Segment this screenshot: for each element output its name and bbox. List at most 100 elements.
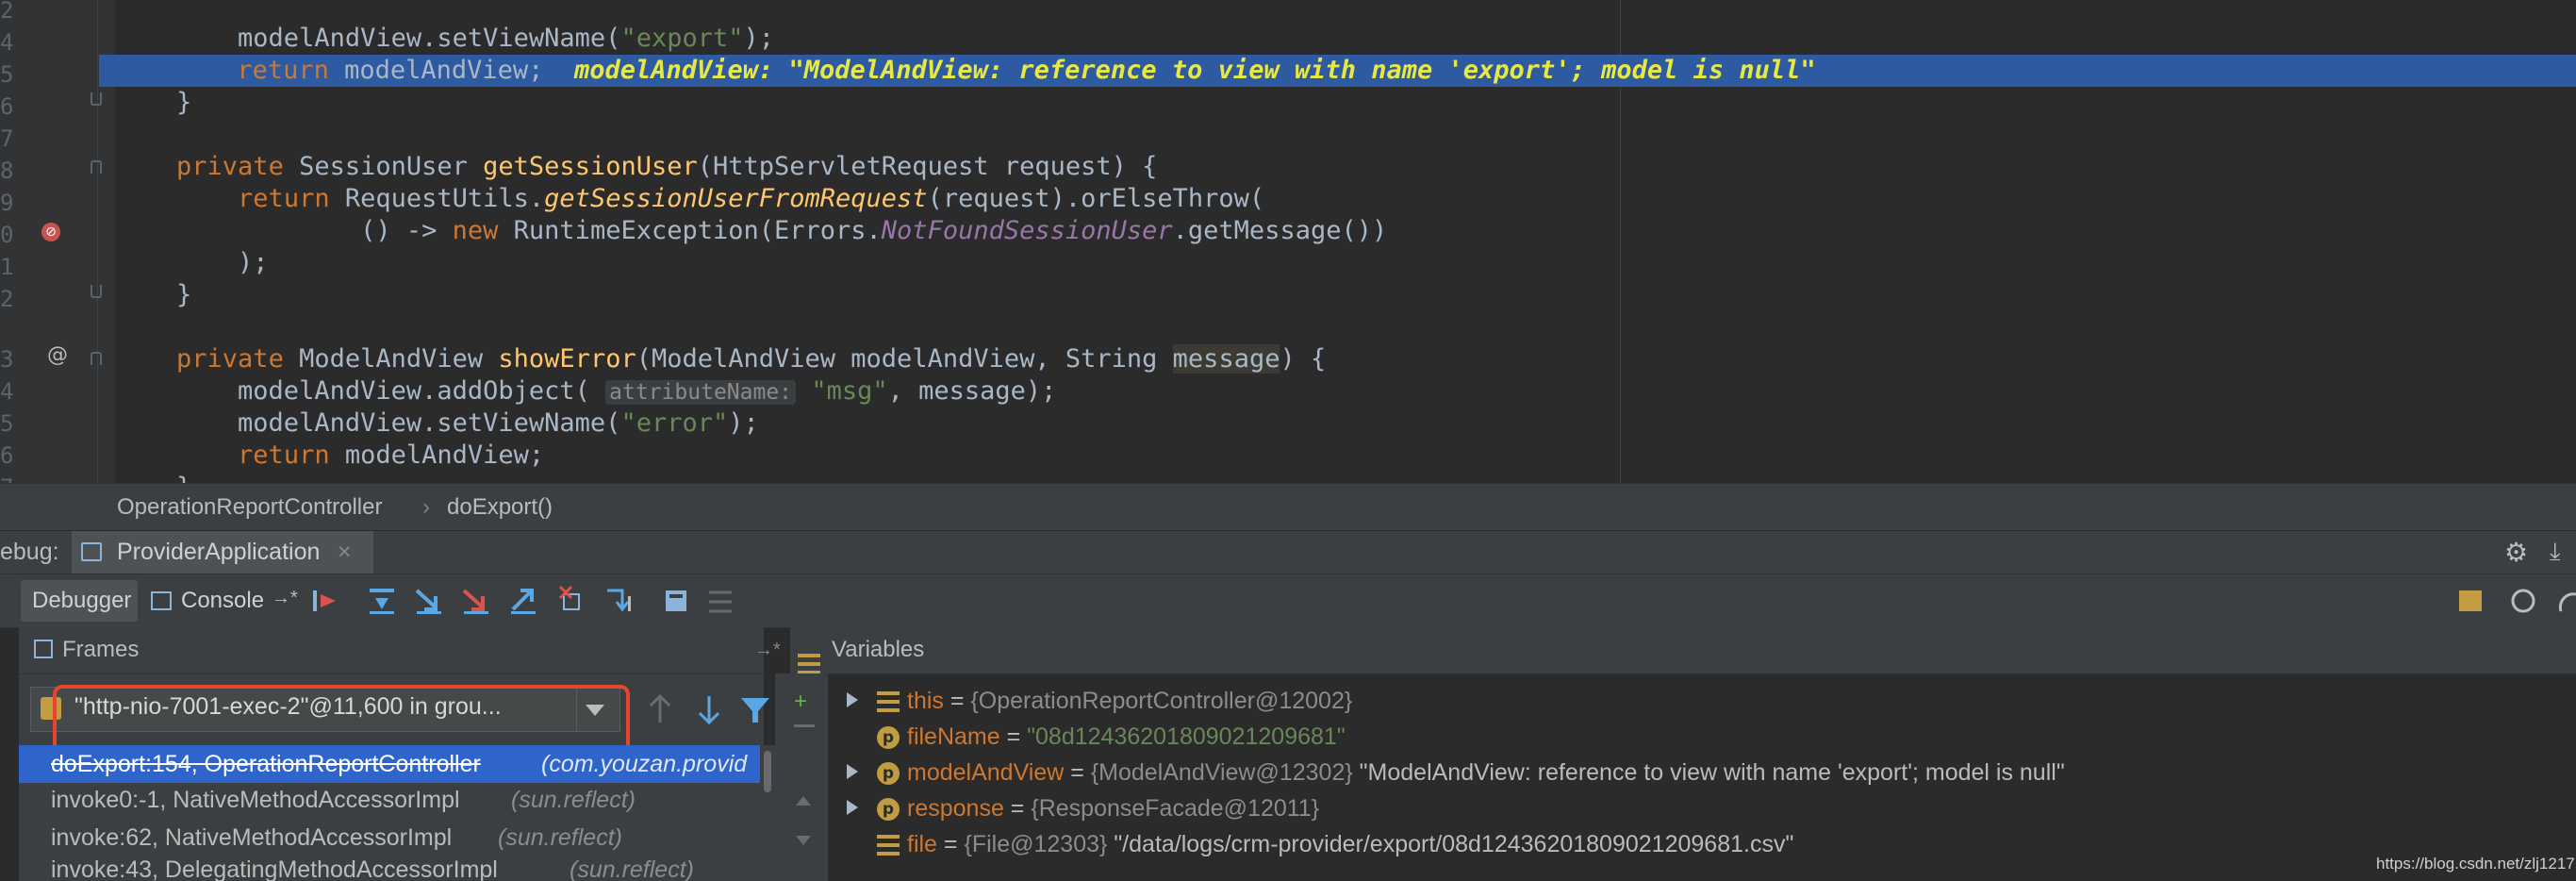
filter-icon xyxy=(741,698,769,723)
code-line: return modelAndView; xyxy=(238,440,545,470)
pin-icon[interactable]: →* xyxy=(754,626,781,673)
variable-row[interactable]: file = {File@12303} "/data/logs/crm-prov… xyxy=(877,826,1793,862)
code-line: } xyxy=(115,88,192,117)
variable-ref: {ModelAndView@12302} xyxy=(1090,759,1353,786)
memory-view-icon xyxy=(2511,589,2535,613)
line-number: 5 xyxy=(0,61,14,88)
variable-name: modelAndView xyxy=(907,759,1065,786)
fold-start-icon[interactable] xyxy=(91,352,102,365)
frames-icon xyxy=(34,640,53,658)
debug-tool-window-header: ebug: ProviderApplication × ⚙ ⤓ xyxy=(0,530,2576,574)
expand-icon[interactable] xyxy=(847,764,858,779)
line-number: 0 xyxy=(0,222,14,248)
line-number: 6 xyxy=(0,93,14,120)
remove-watch-icon[interactable] xyxy=(794,724,815,727)
variables-header: Variables xyxy=(790,626,2576,674)
field-icon xyxy=(877,835,900,856)
frame-row[interactable]: invoke:43, DelegatingMethodAccessorImpl … xyxy=(21,855,766,881)
hide-icon[interactable]: ⤓ xyxy=(2550,537,2561,567)
breadcrumb-separator-icon: › xyxy=(422,494,430,520)
variables-side-toolbar: + xyxy=(775,673,828,881)
variable-ref: {OperationReportController@12002} xyxy=(970,688,1353,714)
app-icon xyxy=(81,542,102,561)
gutter-divider xyxy=(97,0,98,483)
fold-end-icon[interactable] xyxy=(91,92,102,106)
move-down-icon[interactable] xyxy=(796,836,811,845)
evaluate-expression-icon xyxy=(666,590,686,611)
breadcrumb-method[interactable]: doExport() xyxy=(447,484,553,531)
variable-name: fileName xyxy=(907,723,1000,750)
frames-scrollbar[interactable] xyxy=(760,745,775,881)
line-number: 2 xyxy=(0,0,14,24)
frame-row[interactable]: invoke:62, NativeMethodAccessorImpl (sun… xyxy=(21,819,766,856)
frame-package: (com.youzan.provid xyxy=(541,751,748,777)
parameter-icon: p xyxy=(877,726,900,750)
frame-package: (sun.reflect) xyxy=(570,856,694,881)
show-execution-point-icon xyxy=(313,590,336,611)
line-number: 8 xyxy=(0,158,14,184)
variable-row[interactable]: this = {OperationReportController@12002} xyxy=(847,683,1353,719)
previous-frame-icon xyxy=(649,693,671,723)
expand-icon[interactable] xyxy=(847,800,858,815)
debug-title-label: ebug: xyxy=(0,539,59,565)
step-into-icon xyxy=(415,589,441,614)
line-number: 6 xyxy=(0,442,14,469)
line-number: 5 xyxy=(0,410,14,437)
parameter-hint: attributeName: xyxy=(605,380,797,405)
settings-gear-icon[interactable]: ⚙ xyxy=(2504,537,2528,568)
frame-package: (sun.reflect) xyxy=(498,824,622,851)
close-icon[interactable]: × xyxy=(338,539,352,566)
fold-start-icon[interactable] xyxy=(91,160,102,174)
execution-point-line: return modelAndView; modelAndView: "Mode… xyxy=(99,55,2576,87)
code-line: return RequestUtils.getSessionUserFromRe… xyxy=(238,184,1265,213)
variable-row[interactable]: p response = {ResponseFacade@12011} xyxy=(847,790,1320,826)
variable-row[interactable]: p modelAndView = {ModelAndView@12302} "Mo… xyxy=(847,755,2065,790)
frame-nav-icons xyxy=(649,693,769,725)
breakpoint-area xyxy=(0,0,104,483)
frame-row[interactable]: doExport:154, OperationReportController … xyxy=(21,745,766,783)
move-up-icon[interactable] xyxy=(796,796,811,806)
frames-title: Frames xyxy=(62,637,140,662)
breadcrumb-class[interactable]: OperationReportController xyxy=(117,484,382,531)
line-number: 4 xyxy=(0,378,14,405)
code-editor[interactable]: 2 4 5 6 7 8 9 0 1 2 3 4 5 6 7 ⊘ @ modelA… xyxy=(0,0,2576,483)
inline-debug-value: modelAndView: "ModelAndView: reference t… xyxy=(573,56,1816,85)
code-line: modelAndView.setViewName("export"); xyxy=(115,24,774,53)
watermark: https://blog.csdn.net/zlj1217 xyxy=(2376,855,2575,873)
new-watch-icon[interactable]: + xyxy=(794,689,807,715)
variable-ref: {File@12303} xyxy=(964,831,1108,857)
variable-name: this xyxy=(907,688,944,714)
exception-breakpoint-icon[interactable]: ⊘ xyxy=(41,223,60,241)
step-over-icon xyxy=(370,589,394,614)
code-line: } xyxy=(115,472,2576,483)
force-step-into-icon xyxy=(462,589,488,614)
variable-row[interactable]: p fileName = "08d12436201809021209681" xyxy=(877,719,1346,755)
trace-stream-icon xyxy=(709,590,732,613)
parameter-icon: p xyxy=(877,798,900,822)
layout-icon xyxy=(2459,590,2482,611)
next-frame-icon xyxy=(698,696,720,725)
line-number: 7 xyxy=(0,472,15,483)
variable-ref: {ResponseFacade@12011} xyxy=(1031,795,1320,822)
variable-value: "ModelAndView: reference to view with na… xyxy=(1359,759,2065,786)
expand-icon[interactable] xyxy=(847,692,858,707)
code-line: private ModelAndView showError(ModelAndV… xyxy=(176,344,1327,374)
variables-title: Variables xyxy=(832,637,925,662)
frame-row[interactable]: invoke0:-1, NativeMethodAccessorImpl (su… xyxy=(21,781,766,819)
code-line: private SessionUser getSessionUser(HttpS… xyxy=(176,152,1158,181)
override-annotation-icon[interactable]: @ xyxy=(47,343,68,367)
annotation-highlight-box xyxy=(53,685,630,753)
run-to-cursor-icon xyxy=(607,589,631,612)
variable-name: file xyxy=(907,831,937,857)
step-out-icon xyxy=(511,589,536,614)
line-number: 7 xyxy=(0,125,14,152)
code-line: () -> new RuntimeException(Errors.NotFou… xyxy=(115,216,1388,245)
tab-provider-application[interactable]: ProviderApplication × xyxy=(72,531,373,574)
field-icon xyxy=(877,691,900,713)
frame-package: (sun.reflect) xyxy=(511,787,636,813)
fold-end-icon[interactable] xyxy=(91,285,102,298)
frames-header: Frames →* xyxy=(19,626,781,674)
scrollbar-thumb[interactable] xyxy=(764,751,771,792)
code-line: modelAndView.addObject( attributeName: "… xyxy=(115,376,1057,406)
line-number: 9 xyxy=(0,190,14,216)
